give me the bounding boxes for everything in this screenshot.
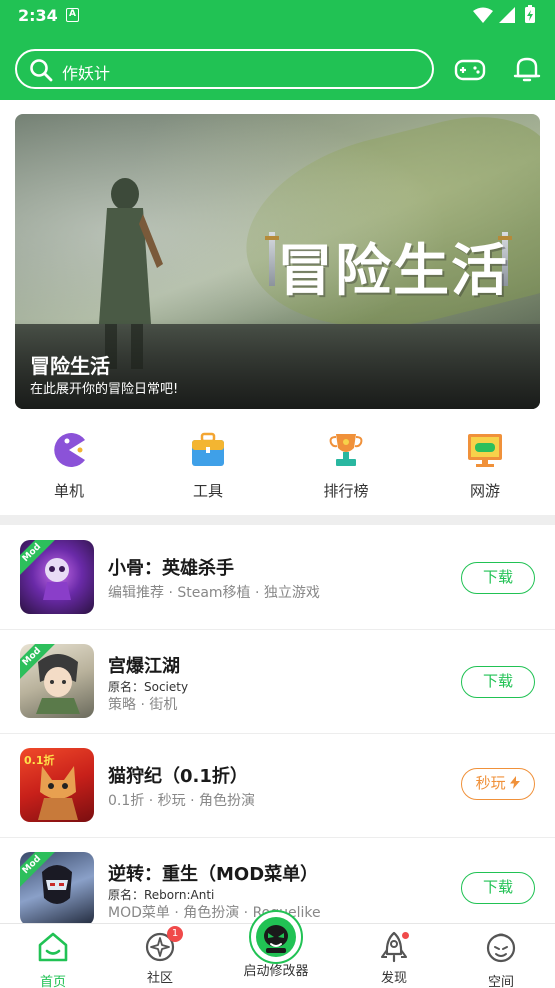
category-label: 工具 xyxy=(192,482,223,500)
game-title: 小骨：英雄杀手 xyxy=(108,558,234,579)
category-label: 排行榜 xyxy=(323,482,369,500)
thumb-discount-badge: 0.1折 xyxy=(24,754,55,767)
banner-subtitle: 在此展开你的冒险日常吧! xyxy=(30,382,179,397)
game-row[interactable]: 0.1折 猫狩纪（0.1折） 0.1折 · 秒玩 · 角色扮演 秒玩 xyxy=(0,734,555,838)
search-icon xyxy=(30,59,53,82)
game-tags: 策略 · 街机 xyxy=(108,697,178,713)
pacman-icon xyxy=(54,433,85,467)
profile-face-icon xyxy=(486,933,516,963)
status-time: 2:34 xyxy=(18,6,58,25)
game-tags: 编辑推荐 · Steam移植 · 独立游戏 xyxy=(108,585,320,601)
gamepad-icon[interactable] xyxy=(453,52,487,86)
game-title: 逆转：重生（MOD菜单） xyxy=(108,864,319,885)
game-thumbnail: Mod xyxy=(20,852,94,923)
search-placeholder: 作妖计 xyxy=(62,64,111,83)
notification-dot xyxy=(402,932,409,939)
game-thumbnail: Mod xyxy=(20,644,94,718)
system-status-icons xyxy=(473,5,535,23)
download-button[interactable]: 下载 xyxy=(461,562,535,594)
screen-gamepad-icon xyxy=(468,434,502,467)
community-icon-wrap: 1 xyxy=(143,926,183,964)
download-button[interactable]: 下载 xyxy=(461,666,535,698)
game-original-name: 原名：Society xyxy=(108,680,189,694)
bell-icon[interactable] xyxy=(510,52,544,86)
category-online-games[interactable]: 网游 xyxy=(445,430,525,501)
tab-community[interactable]: 1 社区 xyxy=(120,926,200,986)
game-original-name: 原名：Reborn:Anti xyxy=(108,888,215,902)
game-art-cat xyxy=(38,766,78,820)
banner-title: 冒险生活 xyxy=(30,354,110,378)
trophy-icon xyxy=(329,434,363,466)
featured-banner[interactable]: 冒险生活 冒险生活 在此展开你的冒险日常吧! xyxy=(15,114,540,409)
tab-discover[interactable]: 发现 xyxy=(354,930,434,986)
game-art-character xyxy=(36,654,80,714)
launch-modifier-button[interactable] xyxy=(249,910,303,964)
status-bar: 2:34 A xyxy=(0,0,555,32)
game-art-mask xyxy=(42,865,72,904)
tab-space[interactable]: 空间 xyxy=(461,930,541,988)
instant-play-button[interactable]: 秒玩 xyxy=(461,768,535,800)
game-row[interactable]: Mod 小骨：英雄杀手 编辑推荐 · Steam移植 · 独立游戏 下载 xyxy=(0,526,555,630)
tab-home[interactable]: 首页 xyxy=(13,930,93,988)
banner-logo-title: 冒险生活 xyxy=(277,239,509,304)
game-row[interactable]: Mod 宫爆江湖 原名：Society 策略 · 街机 下载 xyxy=(0,630,555,734)
tab-label: 空间 xyxy=(487,975,514,988)
home-icon xyxy=(38,932,68,962)
notification-icon: A xyxy=(66,8,79,22)
tab-label: 发现 xyxy=(380,971,407,986)
tab-label: 首页 xyxy=(39,975,66,988)
search-bar[interactable]: 作妖计 xyxy=(15,49,434,89)
tab-label: 社区 xyxy=(146,971,173,986)
game-thumbnail: 0.1折 xyxy=(20,748,94,822)
toolbox-icon xyxy=(192,432,224,466)
game-title: 宫爆江湖 xyxy=(108,656,180,677)
launcher-inner xyxy=(256,917,296,957)
download-button[interactable]: 下载 xyxy=(461,872,535,904)
notification-badge: 1 xyxy=(167,926,183,942)
category-label: 单机 xyxy=(53,482,84,500)
section-divider xyxy=(0,515,555,525)
category-single-player[interactable]: 单机 xyxy=(29,430,109,501)
game-thumbnail: Mod xyxy=(20,540,94,614)
game-title: 猫狩纪（0.1折） xyxy=(108,766,248,787)
category-label: 网游 xyxy=(469,482,500,500)
category-rankings[interactable]: 排行榜 xyxy=(306,430,386,501)
alien-mascot-icon xyxy=(264,925,288,953)
app-header: 2:34 A 作妖计 xyxy=(0,0,555,100)
discover-icon-wrap xyxy=(377,930,411,964)
banner-sword-left xyxy=(269,232,275,286)
game-art-skull xyxy=(43,558,71,600)
category-tools[interactable]: 工具 xyxy=(168,430,248,501)
game-tags: 0.1折 · 秒玩 · 角色扮演 xyxy=(108,793,255,809)
lightning-icon xyxy=(510,776,521,789)
instant-play-label: 秒玩 xyxy=(475,774,506,792)
